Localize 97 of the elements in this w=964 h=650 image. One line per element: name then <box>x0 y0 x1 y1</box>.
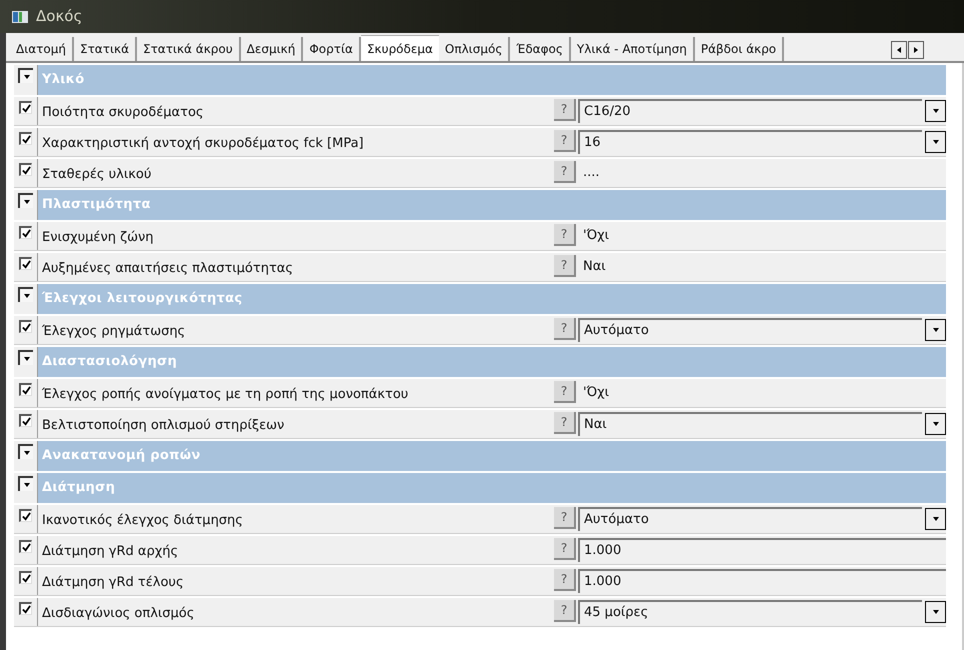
checkmark-icon <box>22 574 30 582</box>
caret-down-icon <box>22 354 30 362</box>
help-button[interactable]: ? <box>554 412 576 434</box>
dropdown-field[interactable]: C16/20 <box>578 99 922 123</box>
dropdown-button[interactable] <box>925 131 946 153</box>
checkmark-icon <box>22 386 30 394</box>
property-label: Αυξημένες απαιτήσεις πλαστιμότητας <box>42 260 293 278</box>
caret-down-icon <box>932 107 940 115</box>
dropdown-button[interactable] <box>925 601 946 623</box>
window-title: Δοκός <box>36 6 82 28</box>
arrow-right-icon <box>912 46 920 54</box>
tab-scroll-right-button[interactable] <box>908 41 924 59</box>
caret-down-icon <box>22 480 30 488</box>
help-button[interactable]: ? <box>554 224 576 246</box>
arrow-left-icon <box>895 46 903 54</box>
help-button[interactable]: ? <box>554 318 576 340</box>
checkbox[interactable] <box>19 101 32 114</box>
property-label: Ικανοτικός έλεγχος διάτμησης <box>42 512 243 530</box>
checkmark-icon <box>22 228 30 238</box>
caret-down-icon <box>22 72 30 80</box>
checkmark-icon <box>22 512 30 520</box>
value-text: Ναι <box>583 258 606 276</box>
collapse-toggle[interactable] <box>18 287 33 302</box>
collapse-toggle[interactable] <box>18 68 33 83</box>
checkmark-icon <box>22 542 30 552</box>
value-text: 'Όχι <box>583 227 610 246</box>
checkmark-icon <box>22 416 30 426</box>
checkbox[interactable] <box>19 383 32 396</box>
property-label: Χαρακτηριστική αντοχή σκυροδέματος fck [MPa] <box>42 135 364 154</box>
collapse-toggle[interactable] <box>18 444 33 459</box>
help-button[interactable]: ? <box>554 130 576 152</box>
dropdown-button[interactable] <box>925 100 946 122</box>
help-button[interactable]: ? <box>554 161 576 183</box>
property-label: Έλεγχος ροπής ανοίγματος με τη ροπή της μονοπάκτου <box>42 386 408 404</box>
collapse-toggle[interactable] <box>18 350 33 365</box>
section-title: Έλεγχοι λειτουργικότητας <box>42 290 242 308</box>
checkbox[interactable] <box>19 132 32 145</box>
caret-down-icon <box>932 608 940 616</box>
help-button[interactable]: ? <box>554 255 576 277</box>
help-button[interactable]: ? <box>554 569 576 591</box>
input-field[interactable]: 1.000 <box>578 569 946 593</box>
window-icon <box>12 10 28 22</box>
property-label: Ενισχυμένη ζώνη <box>42 229 154 248</box>
property-label: Ποιότητα σκυροδέματος <box>42 104 204 122</box>
checkbox[interactable] <box>19 509 32 522</box>
property-label: Σταθερές υλικού <box>42 166 152 184</box>
dropdown-button[interactable] <box>925 508 946 530</box>
help-button[interactable]: ? <box>554 600 576 622</box>
value-text: .... <box>583 164 600 182</box>
help-button[interactable]: ? <box>554 99 576 121</box>
dropdown-field[interactable]: 45 μοίρες <box>578 600 922 624</box>
tab[interactable]: Σκυρόδεμα <box>360 35 439 61</box>
dropdown-button[interactable] <box>925 413 946 435</box>
checkbox[interactable] <box>19 414 32 427</box>
section-title: Διαστασιολόγηση <box>42 353 178 372</box>
collapse-toggle[interactable] <box>18 193 33 208</box>
property-label: Δισδιαγώνιος οπλισμός <box>42 605 194 624</box>
checkmark-icon <box>22 260 30 268</box>
dropdown-field[interactable]: Ναι <box>578 412 922 436</box>
caret-down-icon <box>932 420 940 428</box>
property-label: Διάτμηση γRd αρχής <box>42 543 178 562</box>
checkbox[interactable] <box>19 320 32 333</box>
checkbox[interactable] <box>19 540 32 553</box>
caret-down-icon <box>932 138 940 146</box>
section-title: Ανακατανομή ροπών <box>42 447 201 466</box>
checkmark-icon <box>22 604 30 614</box>
help-button[interactable]: ? <box>554 507 576 529</box>
caret-down-icon <box>22 448 30 456</box>
dropdown-field[interactable]: 16 <box>578 130 922 154</box>
checkmark-icon <box>22 166 30 174</box>
value-text: 'Όχι <box>583 384 610 402</box>
caret-down-icon <box>22 292 30 300</box>
checkbox[interactable] <box>19 163 32 176</box>
checkbox[interactable] <box>19 257 32 270</box>
caret-down-icon <box>22 198 30 206</box>
dropdown-field[interactable]: Αυτόματο <box>578 507 922 531</box>
checkbox[interactable] <box>19 602 32 615</box>
help-button[interactable]: ? <box>554 381 576 403</box>
tab-scroll-left-button[interactable] <box>891 41 907 59</box>
property-label: Διάτμηση γRd τέλους <box>42 574 184 592</box>
caret-down-icon <box>932 326 940 334</box>
section-title: Πλαστιμότητα <box>42 196 151 214</box>
section-title: Υλικό <box>42 71 84 90</box>
checkmark-icon <box>22 104 30 112</box>
collapse-toggle[interactable] <box>18 476 33 491</box>
section-title: Διάτμηση <box>42 479 116 498</box>
caret-down-icon <box>932 515 940 523</box>
property-label: Βελτιστοποίηση οπλισμού στηρίξεων <box>42 417 284 436</box>
checkbox[interactable] <box>19 226 32 239</box>
checkbox[interactable] <box>19 571 32 584</box>
property-label: Έλεγχος ρηγμάτωσης <box>42 323 186 342</box>
checkmark-icon <box>22 134 30 144</box>
input-field[interactable]: 1.000 <box>578 538 946 562</box>
help-button[interactable]: ? <box>554 538 576 560</box>
dropdown-button[interactable] <box>925 319 946 341</box>
dropdown-field[interactable]: Αυτόματο <box>578 318 922 342</box>
checkmark-icon <box>22 322 30 332</box>
